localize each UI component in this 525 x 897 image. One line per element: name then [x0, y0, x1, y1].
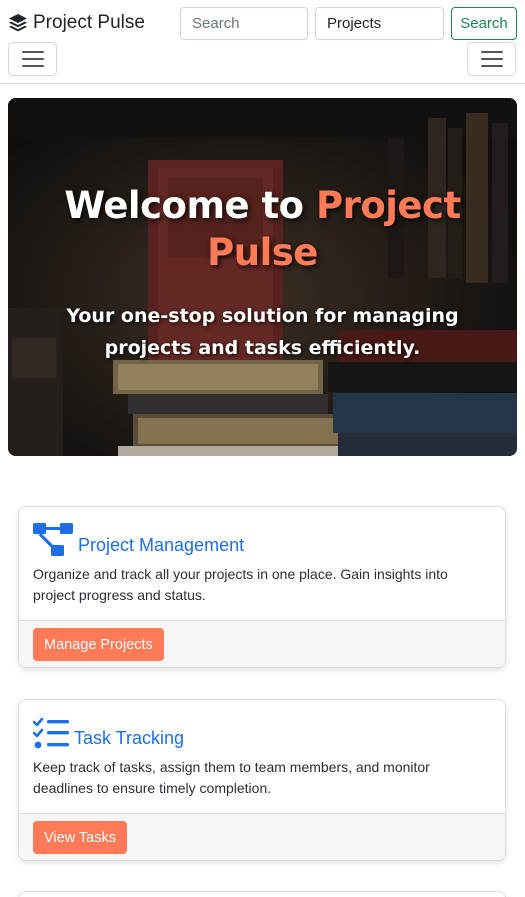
card-title: Task Tracking [74, 728, 185, 748]
card-description: Organize and track all your projects in … [33, 566, 448, 603]
card-task-tracking: Task Tracking Keep track of tasks, assig… [18, 699, 506, 861]
brand-link[interactable]: Project Pulse [8, 10, 145, 36]
hero-title: Welcome to Project Pulse [28, 182, 497, 276]
hamburger-icon [21, 51, 44, 53]
card-footer: View Tasks [19, 813, 505, 860]
view-tasks-button[interactable]: View Tasks [33, 821, 127, 854]
hamburger-icon [21, 65, 44, 67]
brand-name: Project Pulse [33, 12, 145, 33]
projects-filter-input[interactable] [315, 7, 444, 40]
menu-toggle-left[interactable] [8, 42, 57, 76]
hero-title-prefix: Welcome to [64, 184, 316, 227]
hamburger-icon [21, 58, 44, 60]
checklist-icon [33, 718, 69, 749]
card-description: Keep track of tasks, assign them to team… [33, 759, 430, 796]
hero-banner: Welcome to Project Pulse Your one-stop s… [8, 98, 517, 456]
navbar: Project Pulse Search [0, 0, 525, 84]
search-input[interactable] [180, 7, 308, 40]
card-title: Project Management [78, 535, 245, 555]
card-partial [18, 891, 506, 897]
hamburger-icon [480, 65, 503, 67]
diagram-icon [33, 523, 73, 556]
card-project-management: Project Management Organize and track al… [18, 506, 506, 668]
card-footer: Manage Projects [19, 620, 505, 667]
layers-icon [9, 14, 27, 32]
search-button[interactable]: Search [451, 7, 517, 40]
hero-background-books [8, 98, 517, 456]
hero-subtitle: Your one-stop solution for managing proj… [66, 305, 459, 359]
hamburger-icon [480, 58, 503, 60]
manage-projects-button[interactable]: Manage Projects [33, 628, 164, 661]
menu-toggle-right[interactable] [467, 42, 516, 76]
hamburger-icon [480, 51, 503, 53]
